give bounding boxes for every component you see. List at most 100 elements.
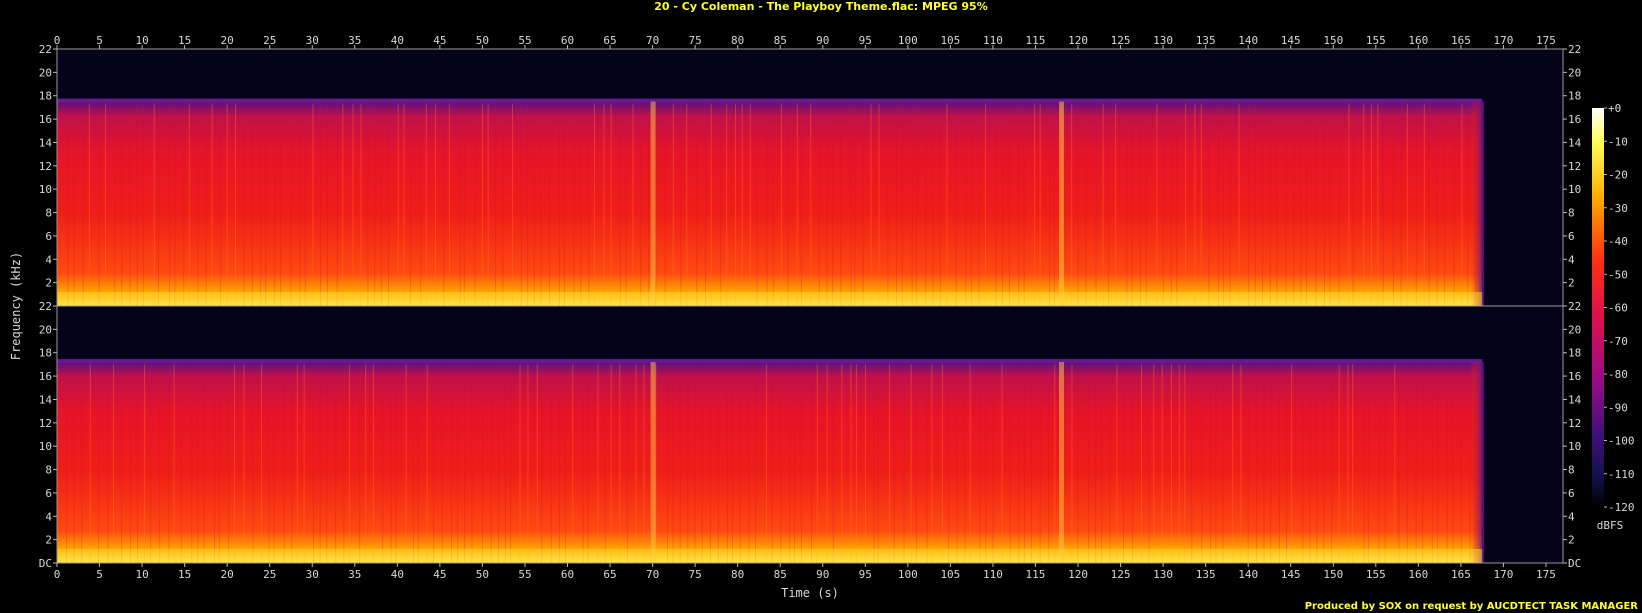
texture-streak: [765, 364, 767, 563]
x-tick-label-bottom: 50: [476, 568, 489, 581]
texture-streak: [1254, 103, 1256, 307]
colorbar-tick-label: -10: [1608, 135, 1628, 148]
texture-streak: [1394, 364, 1396, 563]
texture-streak: [787, 103, 789, 307]
texture-streak: [183, 103, 185, 307]
texture-streak: [169, 103, 171, 307]
x-tick-label-bottom: 70: [646, 568, 659, 581]
x-tick-label-bottom: 110: [983, 568, 1003, 581]
x-tick-label-bottom: 60: [561, 568, 574, 581]
texture-streak: [1269, 103, 1271, 307]
x-tick-label-bottom: 15: [178, 568, 191, 581]
texture-streak: [1338, 364, 1340, 563]
y-tick-label-right: 16: [1568, 113, 1581, 126]
texture-streak: [701, 364, 703, 563]
texture-streak: [1422, 364, 1424, 563]
y-tick-label-left: 8: [45, 207, 52, 220]
x-tick-label-bottom: 30: [306, 568, 319, 581]
y-tick-label-right: 12: [1568, 417, 1581, 430]
texture-streak: [1217, 103, 1219, 307]
y-tick-label-right: 20: [1568, 66, 1581, 79]
texture-streak: [1461, 103, 1463, 307]
texture-streak: [81, 364, 83, 563]
texture-streak: [490, 364, 492, 563]
x-tick-label-top: 45: [433, 34, 446, 47]
x-tick-label-bottom: 125: [1111, 568, 1131, 581]
texture-streak: [873, 364, 875, 563]
x-tick-label-top: 40: [391, 34, 404, 47]
texture-streak: [268, 364, 270, 563]
texture-streak: [969, 364, 971, 563]
y-tick-label-left: 10: [39, 440, 52, 453]
texture-streak: [726, 103, 728, 307]
texture-streak: [137, 364, 139, 563]
texture-streak: [948, 364, 950, 563]
texture-streak: [243, 364, 245, 563]
texture-streak: [304, 103, 306, 307]
texture-streak: [667, 364, 669, 563]
x-tick-label-bottom: 160: [1408, 568, 1428, 581]
texture-streak: [343, 364, 345, 563]
y-tick-label-right: 12: [1568, 160, 1581, 173]
texture-streak: [878, 103, 880, 307]
texture-streak: [510, 364, 512, 563]
texture-streak: [840, 103, 842, 307]
texture-streak: [978, 103, 980, 307]
texture-streak: [312, 103, 314, 307]
texture-streak: [1315, 103, 1317, 307]
texture-streak: [180, 364, 182, 563]
texture-streak: [1437, 364, 1439, 563]
transient-streak: [650, 362, 656, 563]
texture-streak: [1077, 364, 1079, 563]
texture-streak: [926, 364, 928, 563]
texture-streak: [527, 364, 529, 563]
spectral-energy: [57, 101, 1483, 307]
x-tick-label-bottom: 35: [348, 568, 361, 581]
x-tick-label-top: 35: [348, 34, 361, 47]
x-tick-label-top: 85: [774, 34, 787, 47]
texture-streak: [1116, 364, 1118, 563]
texture-streak: [593, 103, 595, 307]
x-tick-label-top: 155: [1366, 34, 1386, 47]
y-tick-label-left: 12: [39, 417, 52, 430]
x-tick-label-top: 5: [96, 34, 103, 47]
y-tick-label-right: 8: [1568, 464, 1575, 477]
x-tick-label-bottom: 120: [1068, 568, 1088, 581]
x-tick-label-top: 170: [1494, 34, 1514, 47]
texture-streak: [1285, 103, 1287, 307]
y-tick-label-right: 14: [1568, 136, 1582, 149]
x-tick-label-bottom: 95: [859, 568, 872, 581]
texture-streak: [796, 103, 798, 307]
colorbar-tick-label: -80: [1608, 368, 1628, 381]
texture-streak: [1222, 103, 1224, 307]
texture-streak: [1469, 364, 1471, 563]
y-tick-label-left: 12: [39, 160, 52, 173]
y-tick-label-right: 2: [1568, 277, 1575, 290]
texture-streak: [188, 103, 190, 307]
texture-streak: [984, 103, 986, 307]
texture-streak: [910, 364, 912, 563]
texture-streak: [1023, 364, 1025, 563]
texture-streak: [1148, 364, 1150, 563]
cutoff-fringe: [57, 98, 1483, 103]
y-tick-label-right: 10: [1568, 440, 1581, 453]
x-tick-label-top: 15: [178, 34, 191, 47]
texture-streak: [1115, 103, 1117, 307]
texture-streak: [1474, 103, 1476, 307]
texture-streak: [243, 103, 245, 307]
texture-streak: [771, 364, 773, 563]
cutoff-fringe: [57, 359, 1483, 364]
texture-streak: [1126, 103, 1128, 307]
texture-streak: [826, 103, 828, 307]
texture-streak: [610, 103, 612, 307]
texture-streak: [832, 364, 834, 563]
texture-streak: [1048, 364, 1050, 563]
texture-streak: [374, 103, 376, 307]
texture-streak: [1185, 103, 1187, 307]
x-tick-label-bottom: 90: [816, 568, 829, 581]
texture-streak: [352, 103, 354, 307]
bass-band: [57, 548, 1483, 563]
texture-streak: [1191, 364, 1193, 563]
texture-streak: [1240, 364, 1242, 563]
texture-streak: [625, 103, 627, 307]
